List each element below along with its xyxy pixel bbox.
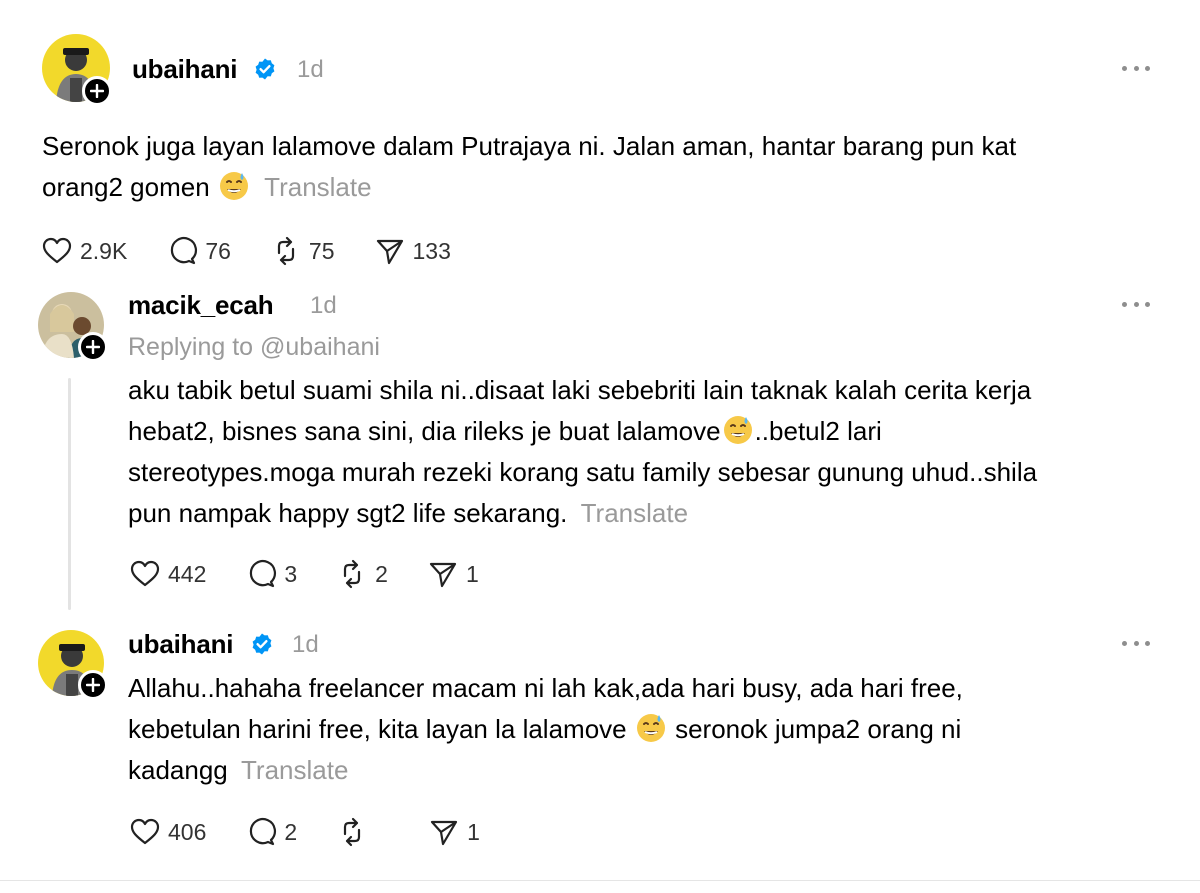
share-count: 133 (412, 237, 451, 264)
translate-link[interactable]: Translate (581, 498, 688, 528)
heart-icon (42, 237, 72, 264)
post-text-fragment: kadangg (128, 755, 228, 785)
reply-button[interactable]: 2 (244, 815, 297, 849)
post-text: Allahu..hahaha freelancer macam ni lah k… (128, 668, 1178, 791)
post-text: aku tabik betul suami shila ni..disaat l… (128, 370, 1178, 534)
reply-count: 3 (284, 560, 298, 587)
more-options-icon[interactable] (1122, 300, 1150, 308)
post-text-fragment: seronok jumpa2 orang ni (675, 714, 962, 744)
send-icon (429, 562, 457, 588)
repost-icon (277, 236, 295, 266)
comment-icon (171, 237, 198, 265)
share-count: 1 (467, 818, 480, 845)
translate-link[interactable]: Translate (264, 172, 371, 202)
grinning-face-with-sweat-icon (219, 172, 248, 200)
repost-count: 2 (375, 560, 388, 587)
post-text-line: Seronok juga layan lalamove dalam Putraj… (42, 131, 1017, 161)
divider (0, 880, 1200, 881)
like-button[interactable]: 2.9K (40, 234, 127, 268)
post-actions: 406 2 1 (128, 815, 518, 849)
plus-icon (86, 340, 100, 354)
like-count: 2.9K (80, 237, 128, 264)
like-button[interactable]: 442 (128, 557, 206, 591)
comment-icon (250, 818, 277, 846)
repost-icon (344, 817, 361, 847)
repost-icon (344, 559, 361, 589)
grinning-face-with-sweat-icon (723, 416, 752, 444)
repost-button[interactable]: 2 (335, 557, 388, 591)
like-count: 442 (168, 560, 207, 587)
username[interactable]: ubaihani (128, 629, 233, 660)
post-text-line: kebetulan harini free, kita layan la lal… (128, 709, 1178, 750)
follow-button[interactable] (78, 332, 108, 362)
like-button[interactable]: 406 (128, 815, 206, 849)
send-icon (431, 820, 458, 846)
share-button[interactable]: 133 (373, 234, 451, 268)
translate-link[interactable]: Translate (241, 755, 348, 785)
post-text-line: kadangg Translate (128, 750, 1178, 791)
reply-count: 76 (205, 237, 231, 264)
verified-badge-icon (252, 633, 272, 655)
post-text-line: stereotypes.moga murah rezeki korang sat… (128, 457, 1038, 487)
share-button[interactable]: 1 (427, 815, 480, 849)
post-text-fragment: pun nampak happy sgt2 life sekarang. (128, 498, 568, 528)
grinning-face-with-sweat-icon (636, 714, 665, 742)
username[interactable]: ubaihani (132, 54, 237, 85)
plus-icon (86, 678, 100, 692)
username[interactable]: macik_ecah (128, 290, 274, 321)
repost-button[interactable]: 75 (269, 234, 335, 268)
post-text-fragment: orang2 gomen (42, 172, 210, 202)
post-text-line: hebat2, bisnes sana sini, dia rileks je … (128, 411, 1178, 452)
verified-badge-icon (255, 58, 275, 80)
follow-button[interactable] (82, 76, 112, 106)
post-actions: 442 3 2 1 (128, 557, 517, 591)
avatar[interactable] (38, 630, 108, 700)
more-options-icon[interactable] (1122, 64, 1150, 72)
plus-icon (90, 84, 104, 98)
reply-button[interactable]: 3 (244, 557, 297, 591)
post-text-fragment: ..betul2 lari (754, 416, 882, 446)
post-text: Seronok juga layan lalamove dalam Putraj… (42, 126, 1162, 208)
send-icon (376, 239, 403, 265)
heart-icon (130, 818, 160, 845)
post-text-fragment: kebetulan harini free, kita layan la lal… (128, 714, 627, 744)
reply-button[interactable]: 76 (165, 234, 231, 268)
timestamp: 1d (310, 292, 337, 319)
reply-count: 2 (284, 818, 298, 845)
replying-to-label[interactable]: Replying to @ubaihani (128, 333, 380, 362)
repost-button[interactable] (335, 815, 375, 849)
post-text-line: pun nampak happy sgt2 life sekarang. Tra… (128, 493, 1178, 534)
more-options-icon[interactable] (1122, 639, 1150, 647)
share-button[interactable]: 1 (426, 557, 479, 591)
like-count: 406 (168, 818, 207, 845)
timestamp: 1d (292, 631, 319, 658)
avatar[interactable] (42, 34, 112, 106)
post-text-line: aku tabik betul suami shila ni..disaat l… (128, 375, 1032, 405)
timestamp: 1d (297, 56, 324, 83)
repost-count: 75 (308, 237, 335, 264)
avatar[interactable] (38, 292, 108, 362)
thread-card: ubaihani 1d Seronok juga layan lalamove … (0, 0, 1200, 893)
heart-icon (130, 560, 160, 587)
post-text-fragment: hebat2, bisnes sana sini, dia rileks je … (128, 416, 721, 446)
post-actions: 2.9K 76 75 133 (40, 234, 489, 268)
post-text-line: orang2 gomen Translate (42, 167, 1162, 208)
follow-button[interactable] (78, 670, 108, 700)
share-count: 1 (465, 560, 479, 587)
post-text-line: Allahu..hahaha freelancer macam ni lah k… (128, 673, 963, 703)
thread-connector (68, 378, 71, 610)
comment-icon (250, 560, 277, 588)
